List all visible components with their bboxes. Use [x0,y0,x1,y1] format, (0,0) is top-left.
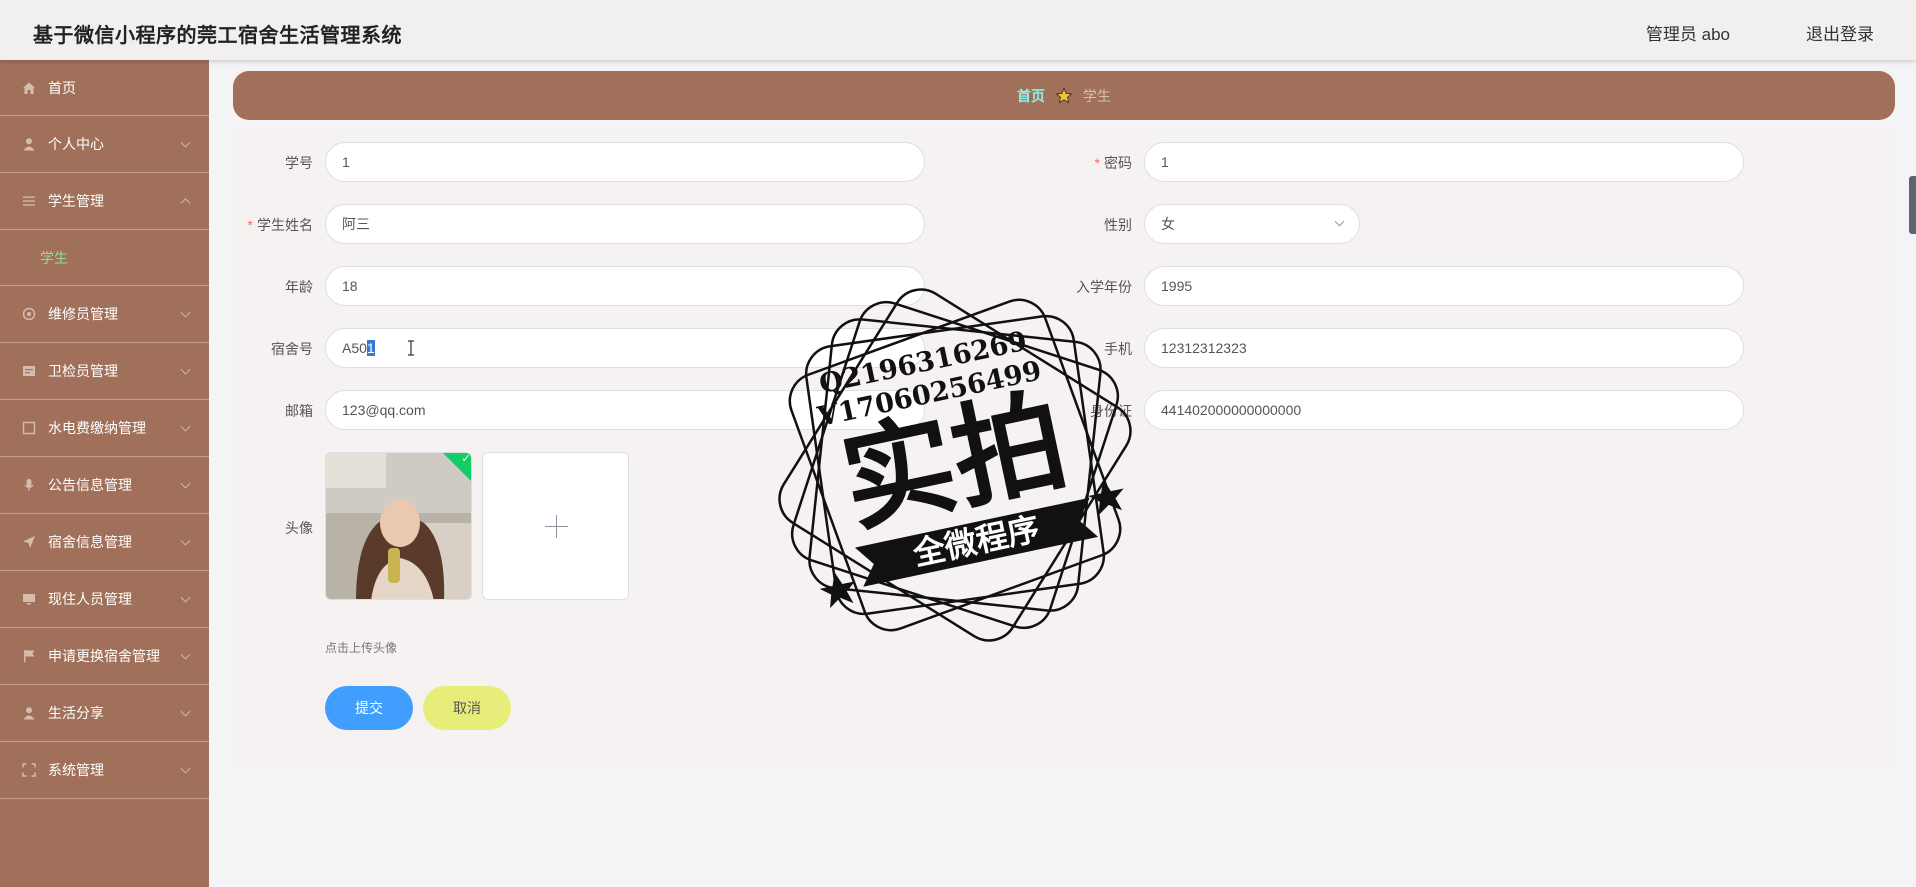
chevron-down-icon [180,478,191,489]
circle-icon [22,307,36,321]
sidebar-item-label: 卫检员管理 [48,363,118,379]
sidebar-item-label: 系统管理 [48,762,104,778]
phone-label: 手机 [1104,341,1132,357]
sidebar-item-label: 宿舍信息管理 [48,534,132,550]
dorm-no-input[interactable]: A50 1 [325,328,925,368]
student-no-input[interactable]: 1 [325,142,925,182]
sidebar-item-system-management[interactable]: 系统管理 [0,742,209,799]
cancel-button[interactable]: 取消 [423,686,511,730]
email-label: 邮箱 [285,403,313,419]
flag-icon [22,649,36,663]
admin-username: 管理员 abo [1645,25,1730,44]
sidebar-item-announcement[interactable]: 公告信息管理 [0,457,209,514]
student-name-label: * 学生姓名 [247,217,313,233]
avatar-label: 头像 [285,520,313,536]
avatar-upload-hint: 点击上传头像 [325,641,398,655]
user-icon [22,706,36,720]
id-card-label: 身份证 [1090,403,1132,419]
sidebar-item-label: 生活分享 [48,705,104,721]
user-icon [22,137,36,151]
chevron-down-icon [180,649,191,660]
submit-button[interactable]: 提交 [325,686,413,730]
star-icon [1055,86,1073,105]
breadcrumb-home-link[interactable]: 首页 [1017,86,1045,106]
chevron-down-icon [180,307,191,318]
send-icon [22,535,36,549]
chevron-up-icon [180,198,191,209]
breadcrumb: 首页 学生 [233,71,1895,120]
square-icon [22,421,36,435]
top-header: 基于微信小程序的莞工宿舍生活管理系统 管理员 abo 退出登录 [0,0,1916,60]
gender-select[interactable]: 女 [1144,204,1360,244]
sidebar-item-label: 维修员管理 [48,306,118,322]
age-label: 年龄 [285,279,313,295]
logout-link[interactable]: 退出登录 [1806,20,1874,45]
sidebar-item-student-management[interactable]: 学生管理 [0,173,209,230]
id-card-input[interactable]: 441402000000000000 [1144,390,1744,430]
breadcrumb-current: 学生 [1083,87,1111,104]
sidebar-item-dorm-info[interactable]: 宿舍信息管理 [0,514,209,571]
sidebar-item-utility-payment[interactable]: 水电费缴纳管理 [0,400,209,457]
chevron-down-icon [180,763,191,774]
student-name-input[interactable]: 阿三 [325,204,925,244]
app-title: 基于微信小程序的莞工宿舍生活管理系统 [33,25,402,47]
email-input[interactable]: 123@qq.com [325,390,925,430]
sidebar-item-label: 水电费缴纳管理 [48,420,146,436]
sidebar-item-inspector-management[interactable]: 卫检员管理 [0,343,209,400]
chevron-down-icon [1334,216,1345,227]
sidebar-subitem-student[interactable]: 学生 [0,230,209,286]
monitor-icon [22,592,36,606]
sidebar-item-life-sharing[interactable]: 生活分享 [0,685,209,742]
age-input[interactable]: 18 [325,266,925,306]
mic-icon [22,478,36,492]
sidebar-item-dorm-change-request[interactable]: 申请更换宿舍管理 [0,628,209,685]
sidebar-item-label: 现住人员管理 [48,591,132,607]
avatar-image[interactable]: ✓ [325,452,472,600]
sidebar-item-label: 个人中心 [48,136,104,152]
phone-input[interactable]: 12312312323 [1144,328,1744,368]
dorm-no-label: 宿舍号 [271,341,313,357]
fullscreen-icon [22,763,36,777]
text-cursor-icon [407,340,415,356]
enroll-year-input[interactable]: 1995 [1144,266,1744,306]
card-icon [22,364,36,378]
chevron-down-icon [180,592,191,603]
avatar-upload-button[interactable] [482,452,629,600]
chevron-down-icon [180,706,191,717]
password-input[interactable]: 1 [1144,142,1744,182]
sidebar-item-home[interactable]: 首页 [0,60,209,116]
home-icon [22,81,36,95]
selected-text: 1 [366,340,375,356]
password-label: * 密码 [1094,155,1132,171]
sidebar-item-label: 学生管理 [48,193,104,209]
menu-icon [22,194,36,208]
sidebar-item-label: 公告信息管理 [48,477,132,493]
sidebar-item-repairman-management[interactable]: 维修员管理 [0,286,209,343]
chevron-down-icon [180,137,191,148]
chevron-down-icon [180,364,191,375]
gender-label: 性别 [1104,217,1132,233]
side-drawer-handle[interactable] [1909,176,1916,234]
student-no-label: 学号 [285,155,313,171]
sidebar-item-label: 申请更换宿舍管理 [48,648,160,664]
chevron-down-icon [180,421,191,432]
sidebar-item-personal-center[interactable]: 个人中心 [0,116,209,173]
sidebar-item-label: 首页 [48,79,76,96]
sidebar: 首页 个人中心 学生管理 学生 维修员管理 卫检员管理 水电费缴纳管理 公告信息… [0,60,209,887]
enroll-year-label: 入学年份 [1076,279,1132,295]
sidebar-item-resident-management[interactable]: 现住人员管理 [0,571,209,628]
